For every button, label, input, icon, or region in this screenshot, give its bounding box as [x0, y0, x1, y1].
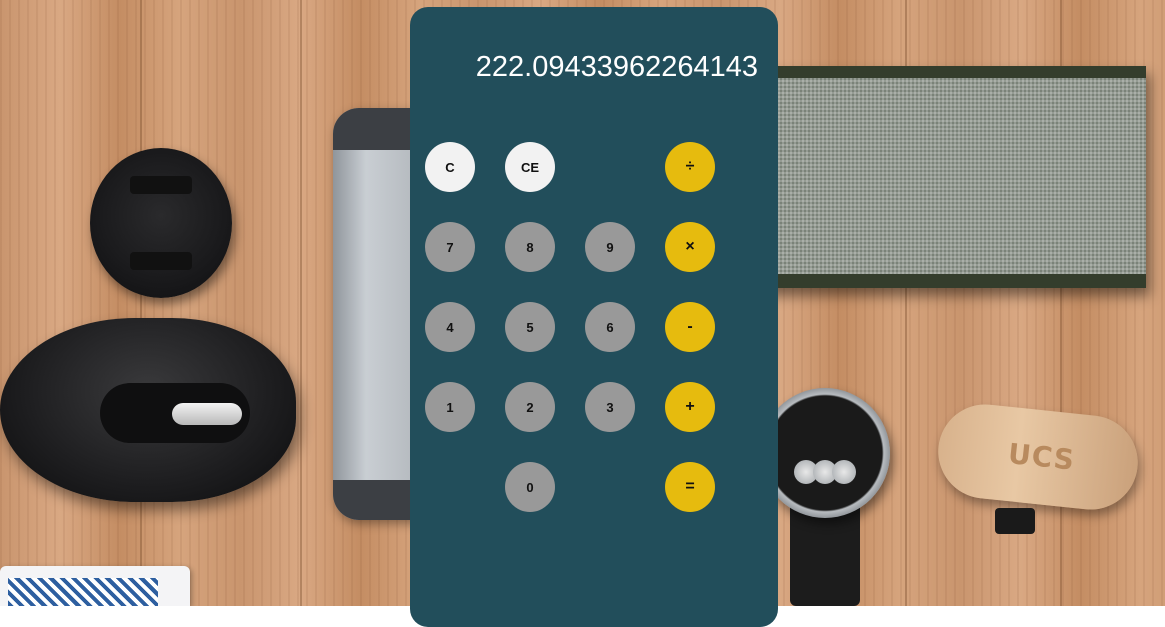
digit-7-button[interactable]: 7	[425, 222, 475, 272]
digit-8-button[interactable]: 8	[505, 222, 555, 272]
mouse-photo	[0, 318, 296, 502]
digit-6-button[interactable]: 6	[585, 302, 635, 352]
digit-0-button[interactable]: 0	[505, 462, 555, 512]
playing-cards-photo	[0, 566, 190, 606]
wood-plank-seam	[300, 0, 302, 606]
clear-button[interactable]: C	[425, 142, 475, 192]
digit-1-button[interactable]: 1	[425, 382, 475, 432]
add-button[interactable]: +	[665, 382, 715, 432]
speaker-photo	[760, 66, 1146, 288]
calculator-display: 222.09433962264143	[475, 51, 758, 83]
digit-2-button[interactable]: 2	[505, 382, 555, 432]
digit-4-button[interactable]: 4	[425, 302, 475, 352]
usb-cable-photo	[995, 508, 1035, 534]
multiply-button[interactable]: ×	[665, 222, 715, 272]
watch-photo	[760, 388, 890, 518]
wood-plank-seam	[140, 0, 142, 606]
digit-9-button[interactable]: 9	[585, 222, 635, 272]
subtract-button[interactable]: -	[665, 302, 715, 352]
digit-3-button[interactable]: 3	[585, 382, 635, 432]
calculator-panel: 222.09433962264143 C CE ÷ 7 8 9 × 4 5 6 …	[410, 7, 778, 627]
lens-cap-photo	[90, 148, 232, 298]
equals-button[interactable]: =	[665, 462, 715, 512]
usb-logo: UCS	[1006, 436, 1077, 477]
clear-entry-button[interactable]: CE	[505, 142, 555, 192]
usb-drive-photo: UCS	[933, 399, 1143, 515]
digit-5-button[interactable]: 5	[505, 302, 555, 352]
divide-button[interactable]: ÷	[665, 142, 715, 192]
